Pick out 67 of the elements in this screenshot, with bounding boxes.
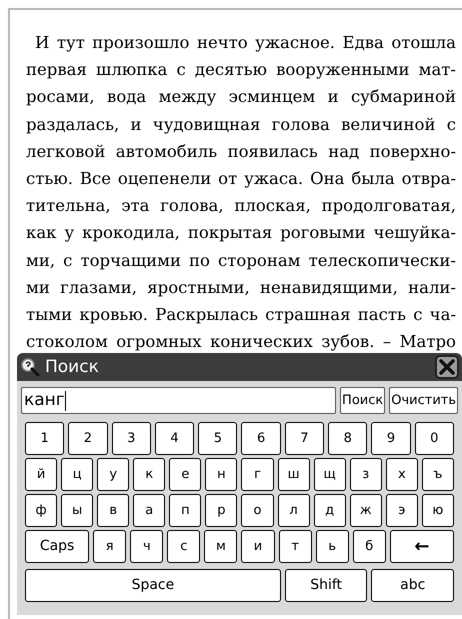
- text-line: легковой автомобиль появилась над поверхно-: [26, 140, 456, 163]
- key[interactable]: я: [93, 530, 126, 563]
- key[interactable]: ъ: [422, 458, 454, 491]
- key[interactable]: з: [350, 458, 382, 491]
- key[interactable]: в: [97, 494, 130, 527]
- key[interactable]: 1: [25, 422, 64, 455]
- key[interactable]: й: [25, 458, 58, 491]
- key[interactable]: с: [167, 530, 200, 563]
- key[interactable]: и: [241, 530, 275, 563]
- shift-key[interactable]: Shift: [284, 569, 368, 602]
- text-line: росами, вода между эсминцем и субмариной: [26, 86, 456, 108]
- key[interactable]: ц: [61, 458, 94, 491]
- key[interactable]: н: [205, 458, 238, 491]
- text-line: тыми кровью. Раскрылась страшная пасть с ча-: [26, 304, 456, 326]
- key[interactable]: 6: [241, 422, 281, 455]
- close-button[interactable]: [435, 355, 459, 379]
- text-line: раздалась, и чудовищная голова величиной с: [26, 114, 456, 136]
- key[interactable]: э: [386, 494, 418, 527]
- key[interactable]: 2: [68, 422, 108, 455]
- key[interactable]: ч: [130, 530, 164, 563]
- key[interactable]: ю: [422, 494, 454, 527]
- text-line: И тут произошло нечто ужасное. Едва отошла: [34, 32, 456, 54]
- key[interactable]: 8: [328, 422, 368, 455]
- key[interactable]: л: [278, 494, 310, 527]
- backspace-key[interactable]: ←: [390, 530, 454, 563]
- key[interactable]: ь: [316, 530, 349, 563]
- key[interactable]: ф: [25, 494, 58, 527]
- key[interactable]: ш: [278, 458, 310, 491]
- key[interactable]: ж: [350, 494, 382, 527]
- key[interactable]: 5: [198, 422, 238, 455]
- key[interactable]: р: [205, 494, 238, 527]
- key[interactable]: е: [169, 458, 202, 491]
- caps-key[interactable]: Caps: [25, 530, 90, 563]
- search-button[interactable]: Поиск: [340, 387, 386, 414]
- key[interactable]: щ: [314, 458, 346, 491]
- key[interactable]: 9: [371, 422, 411, 455]
- search-field[interactable]: канг: [21, 387, 336, 414]
- text-line: стью. Все оцепенели от ужаса. Она была отвра-: [26, 168, 456, 190]
- close-icon: [439, 359, 455, 375]
- key[interactable]: т: [278, 530, 312, 563]
- text-line: стоколом огромных конических зубов. – Матро: [26, 331, 456, 354]
- mode-key[interactable]: abc: [371, 569, 454, 602]
- text-line: как у крокодила, покрытая роговыми чешуйка-: [26, 222, 456, 244]
- key[interactable]: г: [241, 458, 274, 491]
- clear-button[interactable]: Очистить: [389, 387, 458, 414]
- key[interactable]: 7: [284, 422, 324, 455]
- dialog-title: Поиск: [45, 358, 99, 376]
- text-line: ми глазами, яростными, ненавидящими, нали-: [26, 276, 456, 299]
- text-line: ми, с торчащими по сторонам телескопически-: [26, 250, 456, 272]
- key[interactable]: м: [204, 530, 238, 563]
- text-line: первая шлюпка с десятью вооруженными мат-: [26, 59, 456, 82]
- key[interactable]: у: [97, 458, 130, 491]
- key[interactable]: 4: [154, 422, 194, 455]
- search-query: канг: [24, 392, 65, 409]
- key[interactable]: д: [314, 494, 346, 527]
- key[interactable]: п: [169, 494, 202, 527]
- key[interactable]: а: [133, 494, 166, 527]
- key[interactable]: ы: [61, 494, 94, 527]
- text-line: тительна, эта голова, плоская, продолговатая,: [26, 195, 456, 218]
- key[interactable]: о: [241, 494, 274, 527]
- key[interactable]: х: [386, 458, 418, 491]
- key[interactable]: 3: [112, 422, 151, 455]
- key[interactable]: б: [352, 530, 386, 563]
- space-key[interactable]: Space: [25, 569, 281, 602]
- key[interactable]: 0: [414, 422, 454, 455]
- key[interactable]: к: [133, 458, 166, 491]
- search-help-icon: [20, 357, 40, 377]
